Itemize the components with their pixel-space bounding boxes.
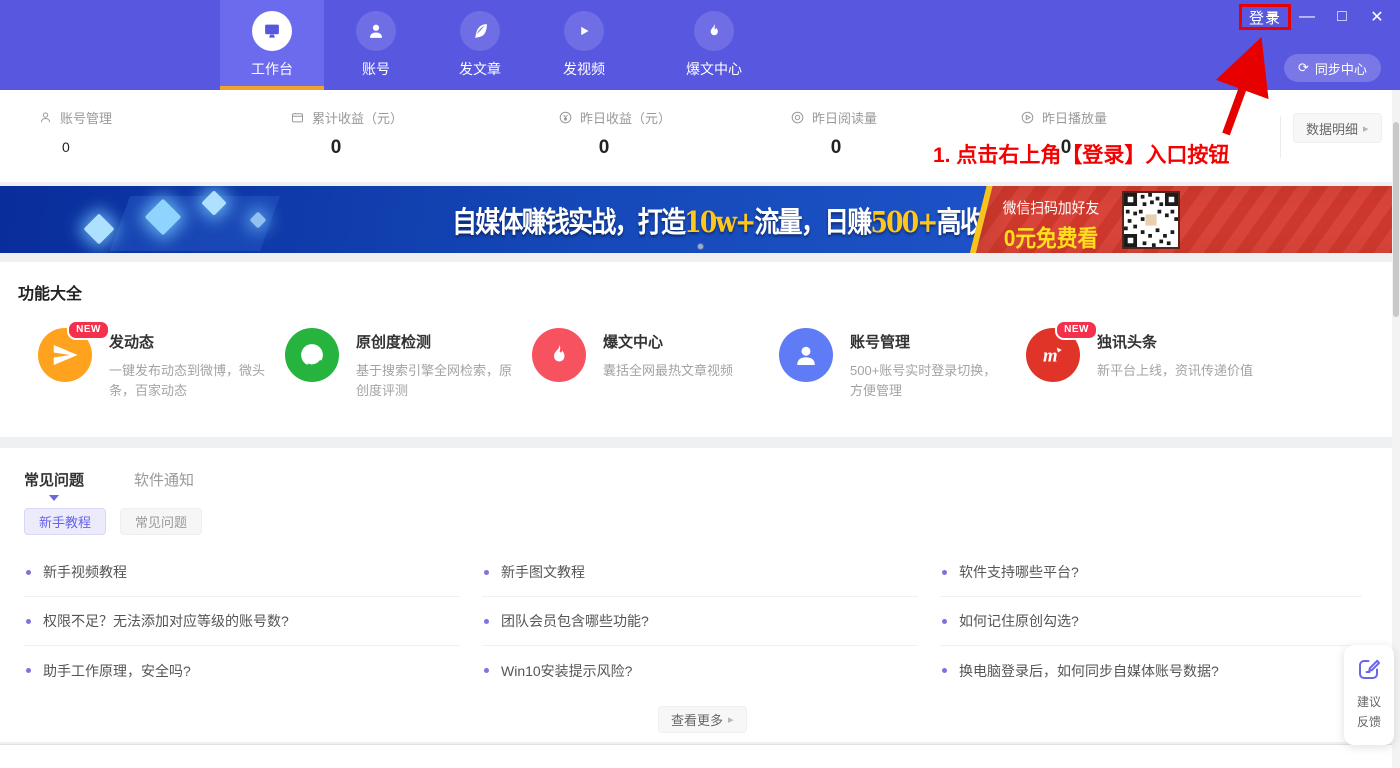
maximize-icon[interactable]: □ [1331, 6, 1353, 28]
tab-accounts[interactable]: 账号 [324, 0, 428, 90]
publish-article-pen-icon [460, 11, 500, 51]
promo-banner[interactable]: 自媒体赚钱实战，打造10w+流量，日赚500+高收益玩法 微信扫码加好友 0元免… [0, 186, 1392, 253]
chevron-right-icon: ▸ [1363, 122, 1369, 135]
feature-account-management[interactable]: 账号管理 500+账号实时登录切换，方便管理 [779, 328, 1026, 401]
hot-article-flame-icon [694, 11, 734, 51]
feedback-button[interactable]: 建议 反馈 [1344, 645, 1394, 745]
tab-label: 发视频 [563, 59, 605, 79]
feedback-label: 建议 反馈 [1344, 692, 1394, 733]
stat-yesterday-income: 昨日收益（元） 0 [558, 108, 790, 159]
feature-post-dynamic[interactable]: NEW 发动态 一键发布动态到微博，微头条，百家动态 [38, 328, 285, 401]
faq-item[interactable]: 新手图文教程 [482, 548, 918, 597]
sync-center-button[interactable]: ⟳ 同步中心 [1284, 54, 1381, 82]
app-header: 工作台 账号 发文章 发视频 爆文中心 登录 ≡ [0, 0, 1400, 90]
faq-item[interactable]: 权限不足？无法添加对应等级的账号数? [24, 597, 460, 646]
faq-item[interactable]: 助手工作原理，安全吗? [24, 646, 460, 695]
sync-label: 同步中心 [1315, 59, 1367, 78]
stat-value: 0 [806, 137, 866, 159]
flame-icon [544, 340, 574, 370]
feature-duxun-toutiao[interactable]: m NEW 独讯头条 新平台上线，资讯传递价值 [1026, 328, 1273, 401]
faq-item[interactable]: 换电脑登录后，如何同步自媒体账号数据? [940, 646, 1362, 695]
yen-circle-icon [558, 110, 573, 125]
tab-publish-article[interactable]: 发文章 [428, 0, 532, 90]
menu-icon[interactable]: ≡ [1261, 6, 1283, 28]
promo-line1: 微信扫码加好友 [995, 197, 1107, 218]
glow-cube-icon [83, 213, 114, 244]
stat-value: 0 [574, 137, 634, 159]
stat-total-income: 累计收益（元） 0 [290, 108, 558, 159]
faq-list: 新手视频教程 新手图文教程 软件支持哪些平台? 权限不足？无法添加对应等级的账号… [24, 548, 1362, 695]
faq-item[interactable]: 新手视频教程 [24, 548, 460, 597]
tab-label: 发文章 [459, 59, 501, 79]
user-outline-icon [38, 110, 53, 125]
wechat-qr-code [1122, 191, 1180, 249]
read-circle-icon [790, 110, 805, 125]
tab-workbench[interactable]: 工作台 [220, 0, 324, 90]
faq-section: 常见问题 软件通知 新手教程 常见问题 新手视频教程 新手图文教程 软件支持哪些… [0, 448, 1392, 742]
carousel-dot[interactable] [697, 243, 704, 250]
account-user-icon [356, 11, 396, 51]
faq-item[interactable]: 团队会员包含哪些功能? [482, 597, 918, 646]
data-detail-button[interactable]: 数据明细 ▸ [1293, 113, 1382, 143]
stat-value: 0 [62, 139, 290, 155]
duxun-m-logo-icon: m [1038, 340, 1068, 370]
tab-label: 工作台 [251, 59, 293, 79]
new-badge: NEW [67, 320, 110, 340]
promo-line2: 0元免费看 [996, 219, 1106, 253]
tab-label: 账号 [362, 59, 390, 79]
workbench-monitor-icon [252, 11, 292, 51]
chevron-right-icon: ▸ [728, 713, 734, 726]
stat-value: 0 [306, 137, 366, 159]
tab-software-notices[interactable]: 软件通知 [134, 469, 194, 490]
sync-refresh-icon: ⟳ [1298, 60, 1309, 76]
faq-item[interactable]: 软件支持哪些平台? [940, 548, 1362, 597]
tab-hot-article-center[interactable]: 爆文中心 [662, 0, 766, 90]
banner-promo: 微信扫码加好友 0元免费看 [990, 197, 1112, 253]
tab-label: 爆文中心 [686, 59, 742, 79]
paper-plane-icon [50, 340, 80, 370]
svg-text:m: m [1043, 345, 1058, 366]
gauge-icon [297, 340, 327, 370]
banner-headline: 自媒体赚钱实战，打造10w+流量，日赚500+高收益玩法 [452, 199, 1053, 241]
tab-publish-video[interactable]: 发视频 [532, 0, 636, 90]
stat-account-management: 账号管理 0 [38, 108, 290, 159]
scrollbar-thumb[interactable] [1393, 122, 1399, 317]
features-title: 功能大全 [18, 280, 82, 304]
play-circle-icon [1020, 110, 1035, 125]
main-nav: 工作台 账号 发文章 发视频 爆文中心 [220, 0, 766, 90]
close-icon[interactable]: ✕ [1366, 6, 1388, 28]
tutorial-step-annotation: 1. 点击右上角【登录】入口按钮 [933, 139, 1229, 169]
features-section: 功能大全 NEW 发动态 一键发布动态到微博，微头条，百家动态 原创度检测 [0, 262, 1392, 437]
view-more-button[interactable]: 查看更多 ▸ [658, 706, 747, 733]
window-controls: ≡ — □ ✕ [1261, 6, 1388, 28]
pill-common-questions[interactable]: 常见问题 [120, 508, 202, 535]
wallet-card-icon [290, 110, 305, 125]
annotation-arrow-icon [1196, 30, 1286, 138]
pill-beginner-tutorial[interactable]: 新手教程 [24, 508, 106, 535]
user-icon [791, 340, 821, 370]
feedback-pen-icon [1357, 657, 1381, 681]
new-badge: NEW [1055, 320, 1098, 340]
publish-video-play-icon [564, 11, 604, 51]
bottom-strip [0, 744, 1400, 768]
feature-hot-article-center[interactable]: 爆文中心 囊括全网最热文章视频 [532, 328, 779, 401]
faq-item[interactable]: Win10安装提示风险? [482, 646, 918, 695]
tab-common-questions[interactable]: 常见问题 [24, 469, 84, 490]
feature-originality-check[interactable]: 原创度检测 基于搜索引擎全网检索，原创度评测 [285, 328, 532, 401]
faq-item[interactable]: 如何记住原创勾选? [940, 597, 1362, 646]
minimize-icon[interactable]: — [1296, 6, 1318, 28]
